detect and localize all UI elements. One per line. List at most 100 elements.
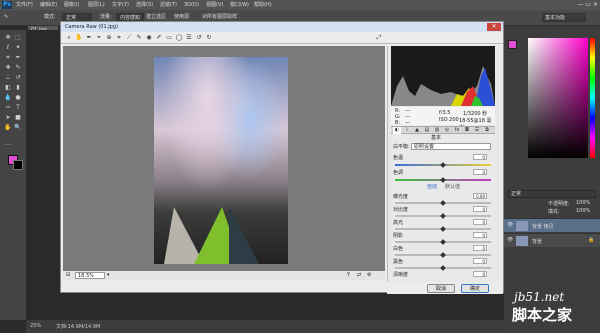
- preferences-icon[interactable]: ☰: [185, 34, 193, 42]
- highlights-value[interactable]: 0: [473, 219, 487, 225]
- ok-button[interactable]: 确定: [461, 284, 489, 293]
- tab-tone-curve-icon[interactable]: ⌇: [403, 127, 411, 134]
- eye-icon[interactable]: 👁: [507, 222, 513, 228]
- default-button[interactable]: 默认值: [445, 184, 460, 190]
- marquee-icon[interactable]: ⬚: [14, 34, 22, 42]
- toggle-icon[interactable]: ⇄: [357, 271, 361, 280]
- status-bar: 25% 文档:14.9M/14.9M: [26, 320, 504, 333]
- temperature-value[interactable]: 0: [473, 154, 487, 160]
- hue-slider[interactable]: [590, 38, 595, 158]
- healing-icon[interactable]: ✚: [4, 64, 12, 72]
- eraser-icon[interactable]: ◧: [4, 84, 12, 92]
- menu-view[interactable]: 视图(V): [206, 1, 223, 9]
- close-button[interactable]: ✕: [487, 23, 501, 31]
- layer-thumbnail: [516, 221, 528, 231]
- pen-icon[interactable]: ✑: [4, 104, 12, 112]
- workspace-select[interactable]: 基本功能: [542, 13, 586, 22]
- fullscreen-icon[interactable]: ⤢: [375, 34, 383, 42]
- layer-row[interactable]: 👁 背景 🔒: [504, 233, 600, 247]
- radial-filter-icon[interactable]: ◯: [175, 34, 183, 42]
- type-icon[interactable]: T: [14, 104, 22, 112]
- tint-value[interactable]: 0: [473, 169, 487, 175]
- settings-icon[interactable]: ⚙: [367, 271, 371, 280]
- menu-layer[interactable]: 图层(L): [88, 1, 105, 9]
- opacity-value[interactable]: 100%: [576, 200, 590, 206]
- eyedropper-icon[interactable]: ✒: [14, 54, 22, 62]
- menu-type[interactable]: 文字(Y): [112, 1, 129, 9]
- whites-value[interactable]: 0: [473, 245, 487, 251]
- tab-fx-icon[interactable]: fx: [453, 127, 461, 134]
- crop-icon[interactable]: ⌗: [4, 54, 12, 62]
- background-color-swatch[interactable]: [13, 160, 23, 170]
- tab-split-toning-icon[interactable]: ▥: [433, 127, 441, 134]
- lasso-icon[interactable]: ℓ: [4, 44, 12, 52]
- menu-image[interactable]: 图像(I): [64, 1, 79, 9]
- compare-icon[interactable]: Y: [347, 271, 350, 280]
- menu-filter[interactable]: 滤镜(T): [160, 1, 177, 9]
- zoom-out-icon[interactable]: ⊟: [66, 271, 70, 280]
- auto-button[interactable]: 自动: [427, 184, 437, 190]
- blur-icon[interactable]: 💧: [4, 94, 12, 102]
- menu-file[interactable]: 文件(F): [16, 1, 33, 9]
- menu-edit[interactable]: 编辑(E): [40, 1, 57, 9]
- white-balance-tool-icon[interactable]: ✒: [85, 34, 93, 42]
- menu-help[interactable]: 帮助(H): [254, 1, 272, 9]
- eye-icon[interactable]: 👁: [507, 237, 513, 243]
- watermark: jb51.net 脚本之家: [510, 290, 598, 330]
- healing-brush-icon[interactable]: ✎: [4, 13, 8, 22]
- tab-detail-icon[interactable]: ▲: [413, 127, 421, 134]
- tab-presets-icon[interactable]: ☰: [473, 127, 481, 134]
- camera-info: R: G: B: --- --- --- f/3.5 1/3200 秒 ISO …: [391, 107, 495, 131]
- stamp-icon[interactable]: ⊥: [4, 74, 12, 82]
- tab-hsl-icon[interactable]: ▤: [423, 127, 431, 134]
- color-picker-field[interactable]: [528, 38, 588, 158]
- opacity-label: 不透明度:: [548, 201, 570, 207]
- hand-tool-icon[interactable]: ✋: [75, 34, 83, 42]
- crop-tool-icon[interactable]: ⌗: [115, 34, 123, 42]
- tab-basic-icon[interactable]: ◐: [393, 127, 401, 134]
- rotate-left-icon[interactable]: ↺: [195, 34, 203, 42]
- shadows-value[interactable]: 0: [473, 232, 487, 238]
- straighten-icon[interactable]: ⟋: [125, 34, 133, 42]
- targeted-adjust-icon[interactable]: ⊕: [105, 34, 113, 42]
- path-select-icon[interactable]: ➤: [4, 114, 12, 122]
- hand-icon[interactable]: ✋: [4, 124, 12, 132]
- window-controls[interactable]: — ▭ ✕: [577, 0, 598, 10]
- quick-select-icon[interactable]: ✦: [14, 44, 22, 52]
- zoom-icon[interactable]: 🔍: [14, 124, 22, 132]
- preview-photo: [154, 57, 288, 264]
- red-eye-icon[interactable]: ◉: [145, 34, 153, 42]
- dodge-icon[interactable]: ●: [14, 94, 22, 102]
- zoom-tool-icon[interactable]: ⌕: [65, 34, 73, 42]
- clarity-value[interactable]: 0: [473, 271, 487, 277]
- history-brush-icon[interactable]: ↺: [14, 74, 22, 82]
- white-balance-select[interactable]: 原照设置: [411, 143, 491, 150]
- gradient-icon[interactable]: ▮: [14, 84, 22, 92]
- shape-icon[interactable]: ■: [14, 114, 22, 122]
- layer-row[interactable]: 👁 背景 拷贝: [504, 218, 600, 232]
- adjustment-brush-icon[interactable]: ✐: [155, 34, 163, 42]
- blacks-value[interactable]: 0: [473, 258, 487, 264]
- menu-bar: Ps 文件(F) 编辑(E) 图像(I) 图层(L) 文字(Y) 选择(S) 滤…: [0, 0, 600, 10]
- graduated-filter-icon[interactable]: ▭: [165, 34, 173, 42]
- color-panel-swatch[interactable]: [508, 40, 517, 49]
- menu-3d[interactable]: 3D(D): [184, 1, 199, 9]
- tab-camera-calibration-icon[interactable]: ◘: [463, 127, 471, 134]
- spot-removal-icon[interactable]: ✎: [135, 34, 143, 42]
- tab-lens-icon[interactable]: ◎: [443, 127, 451, 134]
- menu-select[interactable]: 选择(S): [136, 1, 153, 9]
- move-icon[interactable]: ✥: [4, 34, 12, 42]
- contrast-value[interactable]: 0: [473, 206, 487, 212]
- rotate-right-icon[interactable]: ↻: [205, 34, 213, 42]
- zoom-dropdown-icon[interactable]: ▾: [107, 271, 110, 280]
- cancel-button[interactable]: 取消: [427, 284, 455, 293]
- color-sampler-icon[interactable]: ⌖: [95, 34, 103, 42]
- zoom-level-select[interactable]: 18.5%: [75, 272, 105, 279]
- menu-window[interactable]: 窗口(W): [230, 1, 249, 9]
- fill-value[interactable]: 100%: [576, 208, 590, 214]
- more-tools-icon[interactable]: …: [4, 140, 12, 148]
- brush-icon[interactable]: ✎: [14, 64, 22, 72]
- layer-blend-mode[interactable]: 正常: [508, 190, 596, 198]
- tab-snapshots-icon[interactable]: ⧉: [483, 127, 491, 134]
- exposure-value[interactable]: 0.00: [473, 193, 487, 199]
